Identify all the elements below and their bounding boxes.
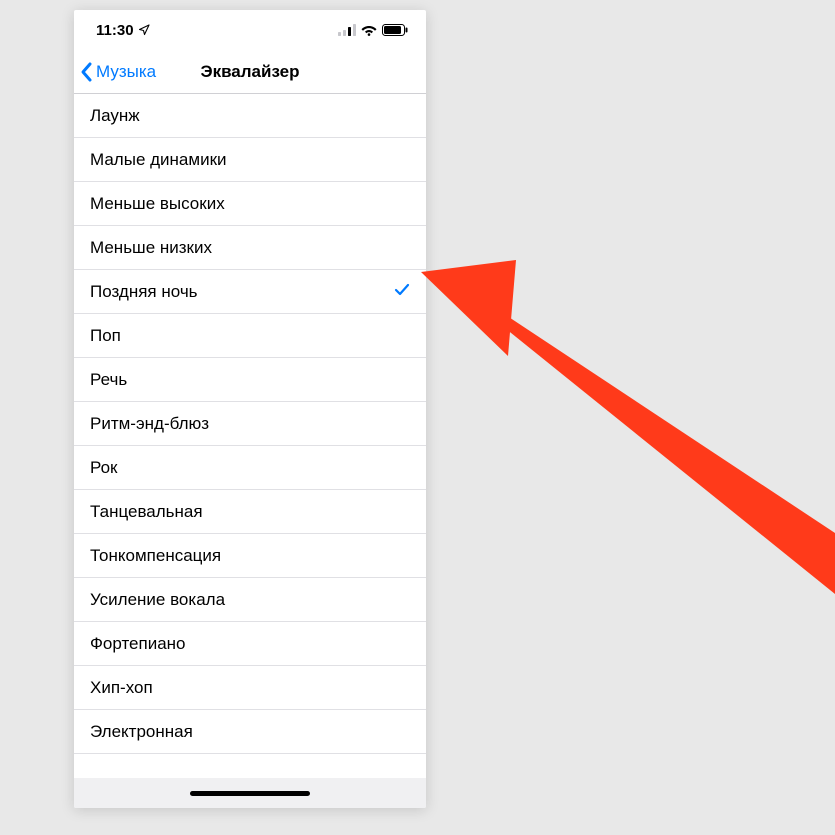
list-item-label: Танцевальная bbox=[90, 502, 203, 522]
list-item[interactable]: Электронная bbox=[74, 710, 426, 754]
status-left: 11:30 bbox=[96, 22, 150, 39]
list-item-label: Тонкомпенсация bbox=[90, 546, 221, 566]
list-item[interactable]: Речь bbox=[74, 358, 426, 402]
list-item-selected[interactable]: Поздняя ночь bbox=[74, 270, 426, 314]
home-indicator-area bbox=[74, 778, 426, 808]
list-item-label: Фортепиано bbox=[90, 634, 186, 654]
status-bar: 11:30 bbox=[74, 10, 426, 50]
equalizer-list: Лаунж Малые динамики Меньше высоких Мень… bbox=[74, 94, 426, 778]
list-item-label: Лаунж bbox=[90, 106, 140, 126]
list-item-label: Речь bbox=[90, 370, 127, 390]
list-item-label: Усиление вокала bbox=[90, 590, 225, 610]
list-item[interactable]: Тонкомпенсация bbox=[74, 534, 426, 578]
chevron-left-icon bbox=[80, 61, 94, 83]
list-item-label: Поп bbox=[90, 326, 121, 346]
checkmark-icon bbox=[394, 282, 410, 302]
list-item[interactable]: Меньше низких bbox=[74, 226, 426, 270]
cellular-icon bbox=[338, 24, 356, 36]
list-item-label: Электронная bbox=[90, 722, 193, 742]
nav-header: Музыка Эквалайзер bbox=[74, 50, 426, 94]
list-item[interactable]: Ритм-энд-блюз bbox=[74, 402, 426, 446]
wifi-icon bbox=[361, 24, 377, 36]
list-item[interactable]: Хип-хоп bbox=[74, 666, 426, 710]
list-item[interactable]: Меньше высоких bbox=[74, 182, 426, 226]
list-item-label: Хип-хоп bbox=[90, 678, 153, 698]
battery-icon bbox=[382, 24, 408, 36]
list-item-label: Меньше высоких bbox=[90, 194, 225, 214]
list-item-label: Рок bbox=[90, 458, 117, 478]
list-item[interactable]: Малые динамики bbox=[74, 138, 426, 182]
page-title: Эквалайзер bbox=[200, 62, 299, 82]
home-indicator[interactable] bbox=[190, 791, 310, 796]
back-button[interactable]: Музыка bbox=[74, 61, 156, 83]
list-item[interactable]: Поп bbox=[74, 314, 426, 358]
phone-frame: 11:30 Музыка bbox=[74, 10, 426, 808]
list-item[interactable]: Рок bbox=[74, 446, 426, 490]
list-item-label: Малые динамики bbox=[90, 150, 227, 170]
location-icon bbox=[138, 24, 150, 36]
list-item-label: Поздняя ночь bbox=[90, 282, 198, 302]
status-right bbox=[338, 24, 408, 36]
list-item[interactable]: Лаунж bbox=[74, 94, 426, 138]
list-item-label: Ритм-энд-блюз bbox=[90, 414, 209, 434]
list-item[interactable]: Усиление вокала bbox=[74, 578, 426, 622]
list-item-label: Меньше низких bbox=[90, 238, 212, 258]
back-label: Музыка bbox=[96, 62, 156, 82]
list-item[interactable]: Фортепиано bbox=[74, 622, 426, 666]
status-time: 11:30 bbox=[96, 22, 134, 39]
list-item[interactable]: Танцевальная bbox=[74, 490, 426, 534]
